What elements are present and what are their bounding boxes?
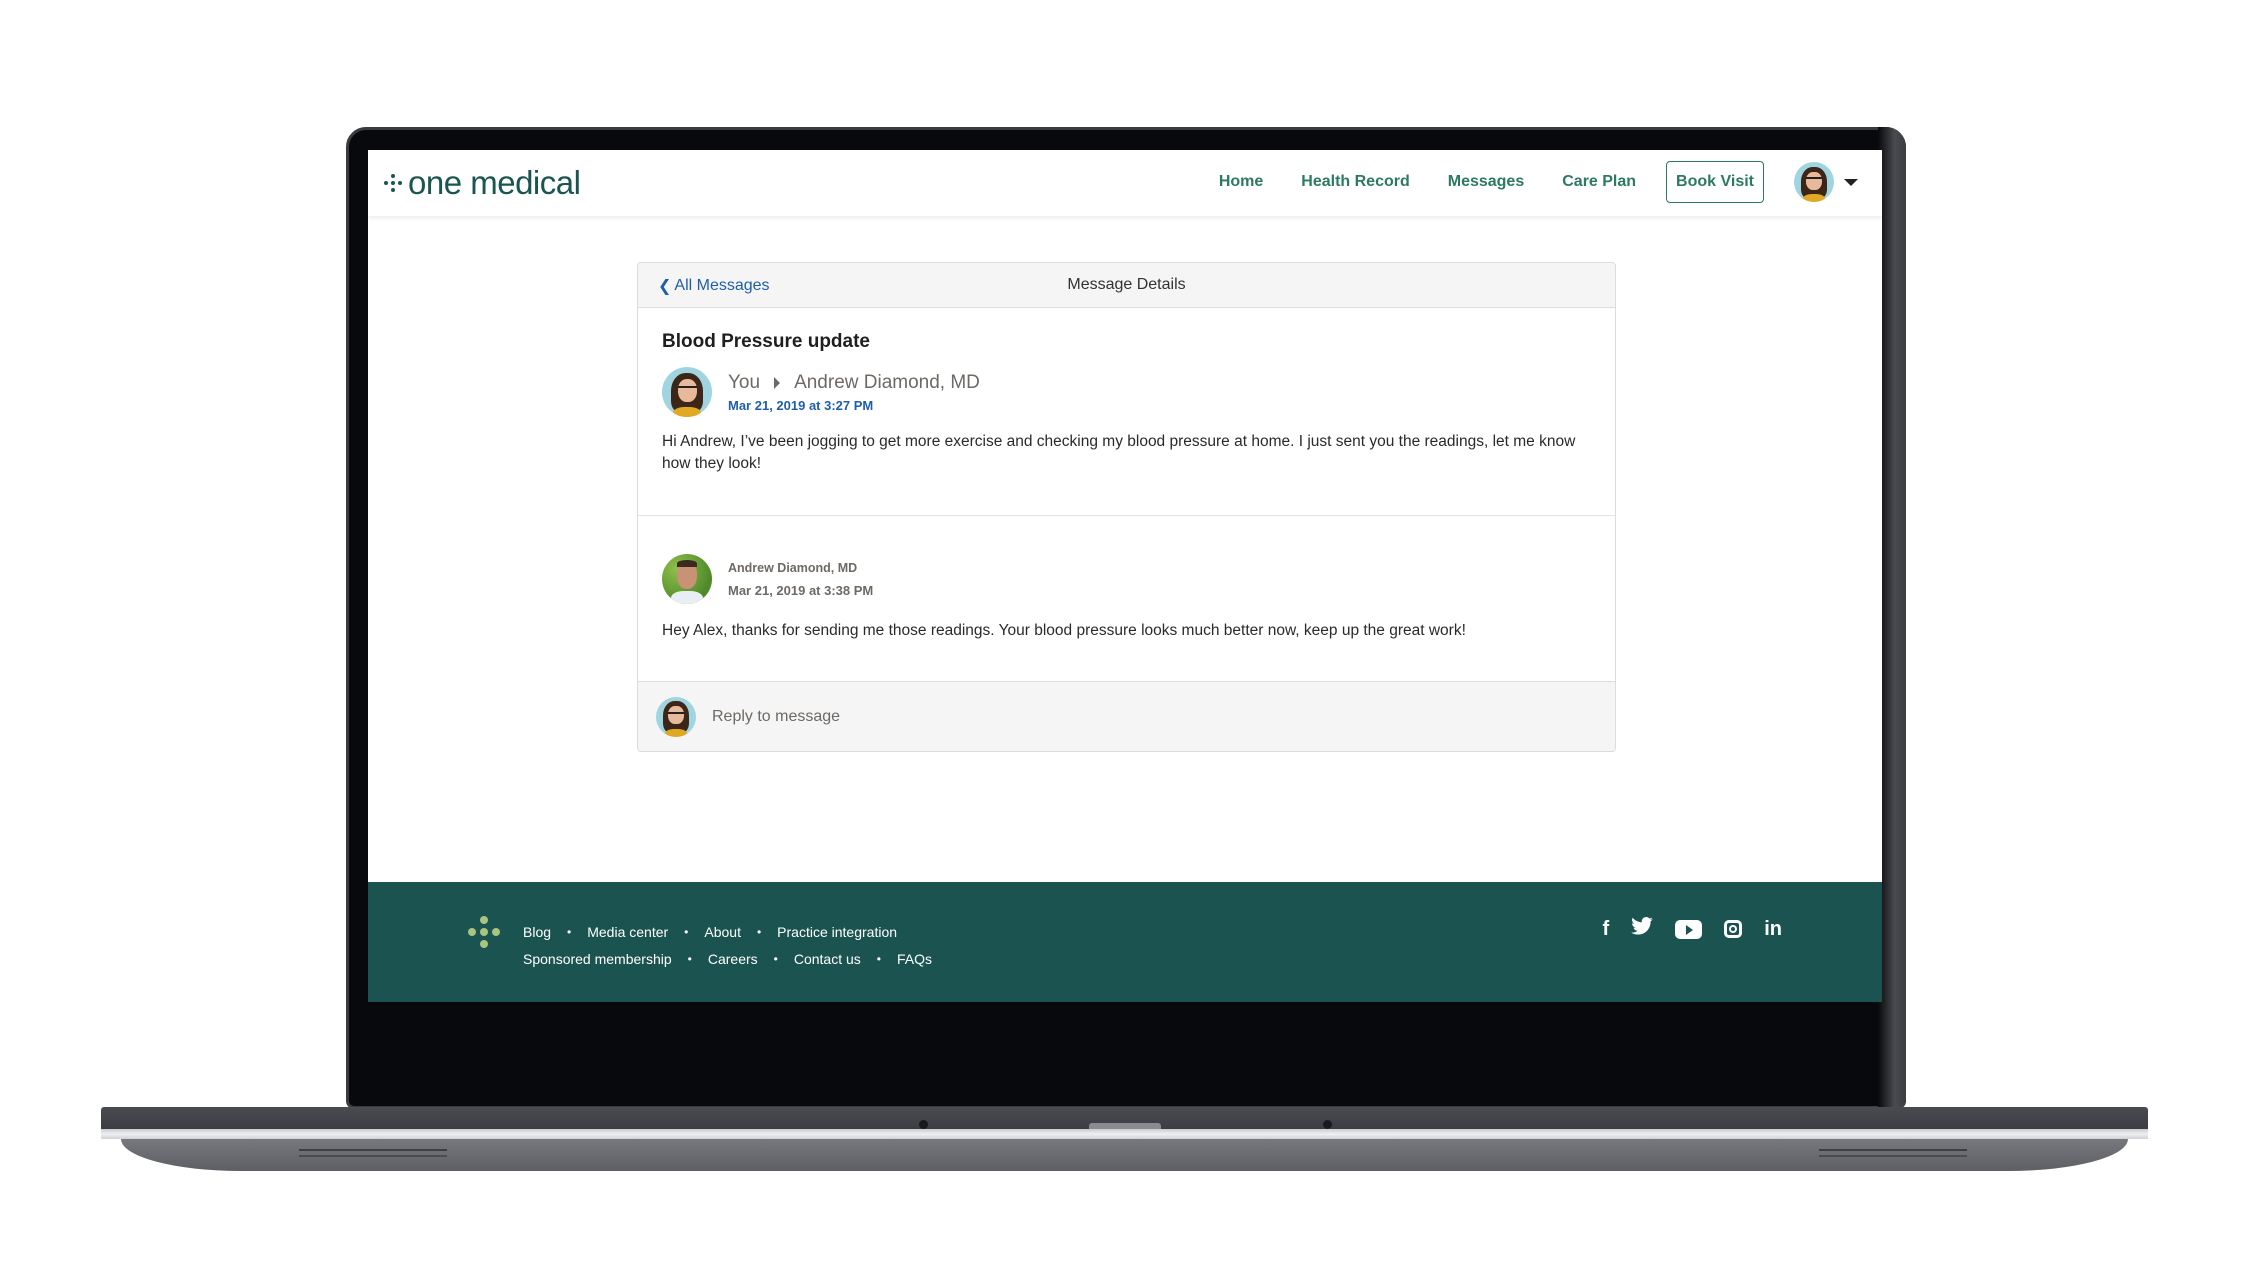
message-route: You Andrew Diamond, MD: [728, 372, 980, 394]
logo-dots-icon: [384, 174, 402, 192]
speaker-vent: [299, 1149, 447, 1157]
doctor-avatar: [662, 554, 712, 604]
reply-input[interactable]: Reply to message: [712, 708, 840, 726]
arrow-right-icon: [774, 376, 781, 389]
panel-title: Message Details: [1067, 276, 1186, 293]
bullet-separator: •: [756, 924, 762, 939]
footer-link-contact-us[interactable]: Contact us: [794, 951, 861, 967]
nav-home[interactable]: Home: [1219, 173, 1263, 191]
social-links: f in: [1581, 917, 1782, 941]
twitter-icon[interactable]: [1631, 917, 1654, 941]
message-meta: You Andrew Diamond, MD Mar 21, 2019 at 3…: [662, 367, 1591, 417]
book-visit-button[interactable]: Book Visit: [1666, 161, 1764, 203]
user-menu[interactable]: [1794, 162, 1858, 202]
user-avatar: [1794, 162, 1834, 202]
reply-avatar: [656, 696, 696, 737]
footer-link-faqs[interactable]: FAQs: [897, 951, 932, 967]
message-timestamp: Mar 21, 2019 at 3:38 PM: [728, 582, 874, 598]
message-details-panel: ❮ All Messages Message Details Blood Pre…: [637, 262, 1616, 752]
footer-link-media-center[interactable]: Media center: [587, 924, 668, 940]
message-timestamp: Mar 21, 2019 at 3:27 PM: [728, 397, 874, 413]
facebook-icon[interactable]: f: [1603, 918, 1610, 941]
bullet-separator: •: [684, 924, 689, 939]
copyright-text: © 2019 1Life Healthcare, Inc. All rights…: [1524, 1000, 1782, 1002]
reply-box[interactable]: Reply to message: [638, 681, 1615, 751]
lid-reflection: [1878, 127, 1906, 1109]
sender-name: Andrew Diamond, MD: [728, 560, 858, 575]
main-nav: Home Health Record Messages Care Plan Bo…: [1181, 161, 1858, 203]
hinge-dot: [1323, 1120, 1332, 1129]
linkedin-icon[interactable]: in: [1764, 918, 1782, 941]
message-body: Hey Alex, thanks for sending me those re…: [662, 622, 1466, 639]
footer-link-about[interactable]: About: [704, 924, 741, 940]
message-meta: Andrew Diamond, MD Mar 21, 2019 at 3:38 …: [662, 554, 1591, 604]
site-header: one medical Home Health Record Messages …: [368, 150, 1882, 216]
chevron-left-icon: ❮: [658, 278, 672, 295]
footer-links: Blog • Media center • About • Practice i…: [523, 918, 932, 972]
laptop-base: [101, 1107, 2148, 1171]
site-footer: Blog • Media center • About • Practice i…: [368, 882, 1882, 1002]
footer-link-blog[interactable]: Blog: [523, 924, 551, 940]
bullet-separator: •: [567, 924, 572, 939]
all-messages-link[interactable]: ❮ All Messages: [658, 276, 770, 296]
youtube-icon[interactable]: [1675, 919, 1703, 939]
panel-header: ❮ All Messages Message Details: [638, 263, 1615, 308]
bullet-separator: •: [687, 951, 692, 966]
message-item: Andrew Diamond, MD Mar 21, 2019 at 3:38 …: [638, 516, 1615, 681]
footer-link-sponsored-membership[interactable]: Sponsored membership: [523, 951, 672, 967]
one-medical-logo[interactable]: one medical: [384, 164, 581, 202]
message-body: Hi Andrew, I’ve been jogging to get more…: [662, 433, 1576, 472]
speaker-vent: [1819, 1149, 1967, 1157]
message-subject: Blood Pressure update: [662, 331, 870, 352]
nav-health-record[interactable]: Health Record: [1301, 173, 1409, 191]
base-strip: [101, 1129, 2148, 1139]
nav-messages[interactable]: Messages: [1448, 173, 1525, 191]
footer-logo-icon: [468, 916, 500, 948]
sender-name: You: [728, 371, 761, 393]
instagram-icon[interactable]: [1724, 920, 1743, 938]
footer-link-practice-integration[interactable]: Practice integration: [777, 924, 897, 940]
browser-screen: one medical Home Health Record Messages …: [368, 150, 1882, 1002]
bullet-separator: •: [876, 951, 881, 966]
message-item: Blood Pressure update You Andrew Diamond…: [638, 308, 1615, 516]
sender-avatar: [662, 367, 712, 417]
recipient-name: Andrew Diamond, MD: [794, 371, 980, 393]
nav-care-plan[interactable]: Care Plan: [1562, 173, 1636, 191]
bullet-separator: •: [773, 951, 778, 966]
caret-down-icon[interactable]: [1844, 178, 1858, 186]
all-messages-label: All Messages: [674, 277, 770, 294]
hinge-dot: [919, 1120, 928, 1129]
footer-link-careers[interactable]: Careers: [708, 951, 758, 967]
logo-text: one medical: [408, 164, 581, 201]
